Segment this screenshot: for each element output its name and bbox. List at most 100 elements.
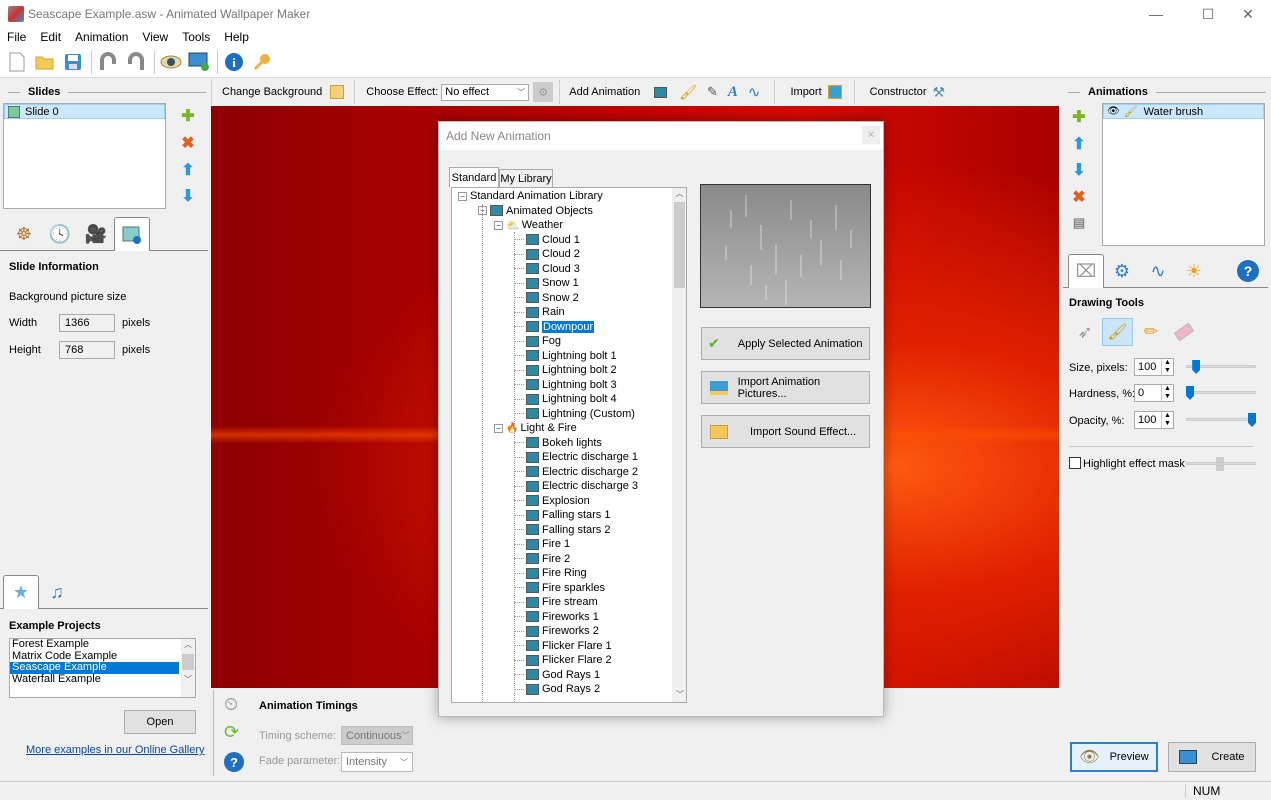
tree-item[interactable]: Fire 2 — [514, 552, 570, 567]
create-button[interactable]: Create — [1168, 742, 1256, 772]
collapse-toggle-icon[interactable]: − — [458, 191, 467, 201]
scroll-thumb[interactable] — [674, 202, 685, 288]
eraser-tool-icon[interactable] — [1170, 318, 1198, 346]
open-folder-icon[interactable] — [32, 49, 58, 75]
tree-item[interactable]: Cloud 3 — [514, 262, 580, 277]
tree-item[interactable]: Cloud 2 — [514, 247, 580, 262]
tab-music-icon[interactable]: ♫ — [39, 576, 75, 608]
tree-item[interactable]: Lightning bolt 2 — [514, 363, 617, 378]
animation-properties-icon[interactable]: ▤ — [1069, 213, 1089, 233]
width-field[interactable]: 1366 — [59, 314, 115, 332]
tree-item[interactable]: Cloud 1 — [514, 233, 580, 248]
tree-item[interactable]: Lightning bolt 1 — [514, 349, 617, 364]
tree-scrollbar[interactable]: ︿ ﹀ — [672, 188, 686, 702]
menu-help[interactable]: Help — [217, 28, 256, 46]
add-wave-icon[interactable]: ∿ — [748, 83, 761, 101]
effect-settings-gear-icon[interactable]: ⚙ — [533, 82, 554, 102]
online-gallery-link[interactable]: More examples in our Online Gallery — [26, 744, 205, 756]
preview-eye-icon[interactable] — [158, 49, 184, 75]
effect-select[interactable]: No effect ﹀ — [441, 83, 530, 101]
spin-arrows-icon[interactable]: ▲ ▼ — [1161, 412, 1173, 428]
tree-item[interactable]: Electric discharge 3 — [514, 479, 638, 494]
fade-parameter-select[interactable]: Intensity ﹀ — [341, 752, 413, 772]
tree-item[interactable]: Bokeh lights — [514, 436, 602, 451]
tree-item[interactable]: Fire 1 — [514, 537, 570, 552]
add-animation-icon[interactable]: ✚ — [1069, 107, 1089, 127]
import-icon[interactable] — [827, 85, 842, 99]
tree-item[interactable]: Flicker Flare 1 — [514, 639, 612, 654]
timing-scheme-select[interactable]: Continuous ﹀ — [341, 726, 413, 745]
menu-view[interactable]: View — [135, 28, 175, 46]
tab-standard[interactable]: Standard — [449, 167, 499, 187]
pencil-tool-icon[interactable]: ✏ — [1137, 318, 1165, 346]
spin-arrows-icon[interactable]: ▲ ▼ — [1161, 385, 1173, 401]
import-button[interactable]: Import — [790, 86, 821, 98]
slides-list[interactable]: Slide 0 — [3, 103, 166, 209]
tab-favorites-star-icon[interactable]: ★ — [3, 575, 39, 609]
hardness-slider-thumb[interactable] — [1186, 386, 1194, 400]
move-animation-up-icon[interactable]: ⬆ — [1069, 134, 1089, 154]
tab-settings-gears-icon[interactable]: ⚙ — [1104, 255, 1140, 287]
tree-item[interactable]: Lightning bolt 3 — [514, 378, 617, 393]
select-arrow-tool-icon[interactable]: ➶ — [1071, 318, 1099, 346]
slide-item[interactable]: Slide 0 — [4, 104, 165, 119]
hardness-slider[interactable] — [1186, 384, 1256, 402]
constructor-tools-icon[interactable]: ⚒ — [933, 84, 946, 101]
tree-item[interactable]: Falling stars 2 — [514, 523, 610, 538]
size-slider-thumb[interactable] — [1192, 360, 1201, 374]
opacity-slider-thumb[interactable] — [1248, 413, 1256, 427]
height-field[interactable]: 768 — [59, 341, 115, 359]
add-animated-object-icon[interactable] — [654, 86, 668, 98]
scroll-down-icon[interactable]: ﹀ — [181, 674, 195, 685]
tree-item[interactable]: Downpour — [514, 320, 595, 335]
collapse-toggle-icon[interactable]: − — [494, 220, 503, 230]
opacity-spinner[interactable]: 100 ▲ ▼ — [1134, 411, 1174, 429]
tab-camera-icon[interactable]: 🎥 — [78, 218, 114, 250]
tree-item[interactable]: Fire sparkles — [514, 581, 605, 596]
examples-scrollbar[interactable]: ︿ ﹀ — [181, 639, 195, 697]
move-animation-down-icon[interactable]: ⬇ — [1069, 160, 1089, 180]
hardness-spinner[interactable]: 0 ▲ ▼ — [1134, 384, 1174, 402]
add-brush-icon[interactable]: 🖌 — [679, 84, 697, 101]
animation-library-tree[interactable]: ︿ ﹀ − Standard Animation Library − Animated… — [451, 187, 687, 703]
examples-list[interactable]: Forest Example Matrix Code Example Seasc… — [9, 638, 196, 698]
visibility-eye-icon[interactable]: 👁 — [1107, 106, 1120, 117]
example-item[interactable]: Forest Example — [10, 638, 195, 651]
scroll-up-icon[interactable]: ︿ — [181, 639, 195, 650]
tab-my-library[interactable]: My Library — [499, 169, 553, 187]
tab-settings-wheel-icon[interactable]: ☸ — [6, 218, 42, 250]
spin-arrows-icon[interactable]: ▲ ▼ — [1161, 359, 1173, 375]
example-item-selected[interactable]: Seascape Example — [10, 661, 179, 674]
menu-file[interactable]: File — [0, 28, 33, 46]
opacity-slider[interactable] — [1186, 411, 1256, 429]
tab-drawing-tools-icon[interactable]: ⌧ — [1068, 254, 1104, 288]
move-up-icon[interactable]: ⬆ — [178, 160, 198, 180]
size-spinner[interactable]: 100 ▲ ▼ — [1134, 358, 1174, 376]
apply-animation-button[interactable]: ✔ Apply Selected Animation — [701, 327, 870, 360]
help-icon[interactable]: ? — [224, 752, 244, 772]
tree-item[interactable]: God Rays 1 — [514, 668, 600, 683]
scroll-thumb[interactable] — [182, 654, 194, 670]
tree-item[interactable]: Fire stream — [514, 595, 598, 610]
change-background-button[interactable]: Change Background — [222, 86, 322, 98]
scroll-down-icon[interactable]: ﹀ — [673, 689, 686, 700]
change-background-icon[interactable] — [330, 85, 345, 99]
tree-item[interactable]: Rain — [514, 305, 565, 320]
undo-icon[interactable] — [95, 49, 121, 75]
new-file-icon[interactable] — [4, 49, 30, 75]
create-wallpaper-icon[interactable] — [186, 49, 212, 75]
tree-category[interactable]: − 🔥 Light & Fire — [494, 421, 577, 436]
menu-edit[interactable]: Edit — [33, 28, 68, 46]
example-item[interactable]: Waterfall Example — [10, 673, 195, 686]
tree-item[interactable]: God Rays 2 — [514, 682, 600, 697]
size-slider[interactable] — [1186, 358, 1256, 376]
tree-root[interactable]: − Standard Animation Library — [458, 189, 603, 204]
add-slide-icon[interactable]: ✚ — [178, 106, 198, 126]
tree-item[interactable]: Snow 2 — [514, 291, 579, 306]
tree-item[interactable]: Snow 1 — [514, 276, 579, 291]
add-text-icon[interactable]: A — [728, 84, 738, 101]
minimize-button[interactable]: — — [1133, 0, 1179, 28]
import-sound-effect-button[interactable]: Import Sound Effect... — [701, 415, 870, 448]
tree-item[interactable]: Falling stars 1 — [514, 508, 610, 523]
tree-category[interactable]: − ⛅ Weather — [494, 218, 563, 233]
